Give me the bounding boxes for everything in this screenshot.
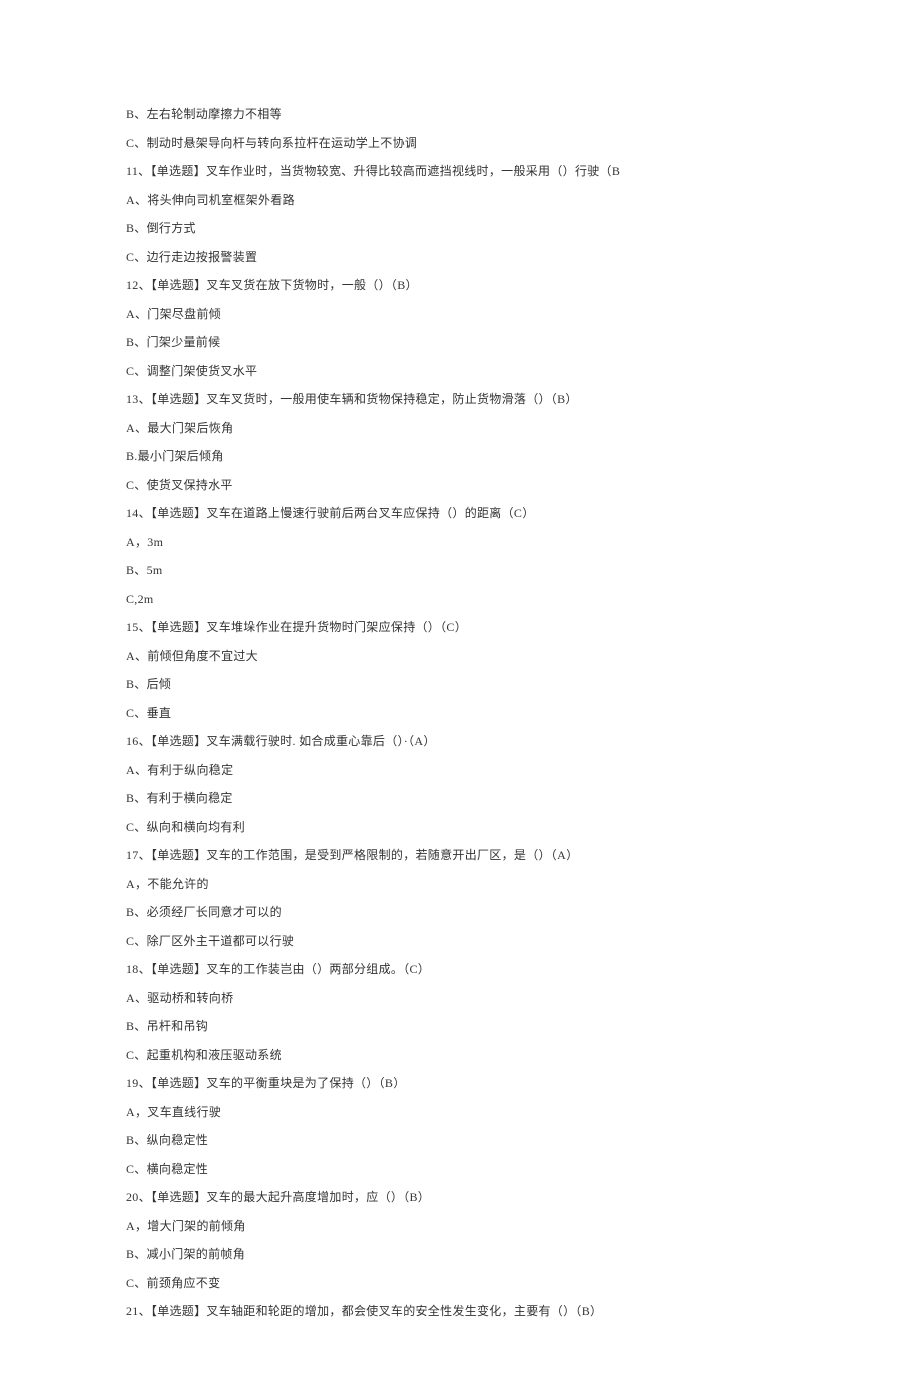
text-line: 13、【单选题】叉车叉货时，一般用使车辆和货物保持稳定，防止货物滑落（）（B） [126, 393, 794, 405]
text-line: C、纵向和横向均有利 [126, 821, 794, 833]
text-line: A，叉车直线行驶 [126, 1106, 794, 1118]
text-line: A、前倾但角度不宜过大 [126, 650, 794, 662]
text-line: C、调整门架使货叉水平 [126, 365, 794, 377]
text-line: C、垂直 [126, 707, 794, 719]
text-line: 20、【单选题】叉车的最大起升高度增加时，应（）（B） [126, 1191, 794, 1203]
text-line: C、边行走边按报警装置 [126, 251, 794, 263]
text-line: 11、【单选题】叉车作业时，当货物较宽、升得比较高而遮挡视线时，一般采用（）行驶… [126, 165, 794, 177]
text-line: B、倒行方式 [126, 222, 794, 234]
text-line: B、门架少量前候 [126, 336, 794, 348]
text-line: 16、【单选题】叉车满载行驶时. 如合成重心靠后（）·（A） [126, 735, 794, 747]
text-line: 21、【单选题】叉车轴距和轮距的增加，都会使叉车的安全性发生变化，主要有（）（B… [126, 1305, 794, 1317]
text-line: B、后倾 [126, 678, 794, 690]
text-line: 19、【单选题】叉车的平衡重块是为了保持（）（B） [126, 1077, 794, 1089]
text-line: B、纵向稳定性 [126, 1134, 794, 1146]
text-line: C、制动时悬架导向杆与转向系拉杆在运动学上不协调 [126, 137, 794, 149]
text-line: 15、【单选题】叉车堆垛作业在提升货物时门架应保持（）（C） [126, 621, 794, 633]
text-line: A、门架尽盘前倾 [126, 308, 794, 320]
text-line: 17、【单选题】叉车的工作范围，是受到严格限制的，若随意开出厂区，是（）（A） [126, 849, 794, 861]
text-line: 18、【单选题】叉车的工作装岂由（）两部分组成。（C） [126, 963, 794, 975]
text-line: B.最小门架后倾角 [126, 450, 794, 462]
text-line: A、有利于纵向稳定 [126, 764, 794, 776]
text-line: A，不能允许的 [126, 878, 794, 890]
text-line: B、减小门架的前帧角 [126, 1248, 794, 1260]
text-line: B、吊杆和吊钩 [126, 1020, 794, 1032]
text-line: A，3m [126, 536, 794, 548]
text-line: C、起重机构和液压驱动系统 [126, 1049, 794, 1061]
text-line: B、5m [126, 564, 794, 576]
text-line: A、将头伸向司机室框架外看路 [126, 194, 794, 206]
text-line: B、有利于横向稳定 [126, 792, 794, 804]
text-line: C,2m [126, 593, 794, 605]
text-line: B、左右轮制动摩擦力不相等 [126, 108, 794, 120]
text-line: C、横向稳定性 [126, 1163, 794, 1175]
text-line: C、前颈角应不变 [126, 1277, 794, 1289]
document-content: B、左右轮制动摩擦力不相等 C、制动时悬架导向杆与转向系拉杆在运动学上不协调 1… [126, 108, 794, 1317]
text-line: C、除厂区外主干道都可以行驶 [126, 935, 794, 947]
text-line: A、最大门架后恢角 [126, 422, 794, 434]
text-line: 12、【单选题】叉车叉货在放下货物时，一般（）（B） [126, 279, 794, 291]
text-line: A，增大门架的前倾角 [126, 1220, 794, 1232]
text-line: C、使货叉保持水平 [126, 479, 794, 491]
text-line: B、必须经厂长同意才可以的 [126, 906, 794, 918]
text-line: A、驱动桥和转向桥 [126, 992, 794, 1004]
text-line: 14、【单选题】叉车在道路上慢速行驶前后两台叉车应保持（）的距离（C） [126, 507, 794, 519]
